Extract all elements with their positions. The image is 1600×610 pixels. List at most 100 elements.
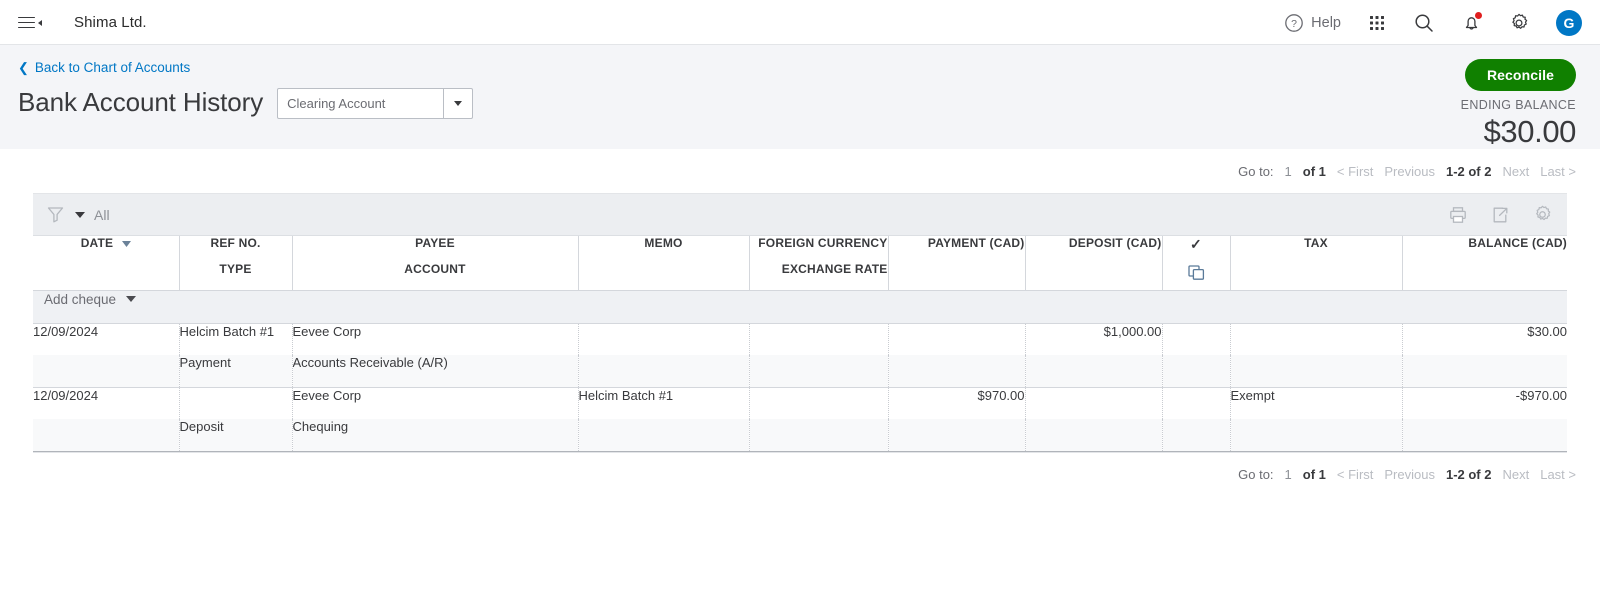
- cell-reconciled[interactable]: [1162, 387, 1231, 419]
- help-label: Help: [1311, 14, 1341, 31]
- last-page-button[interactable]: Last >: [1540, 467, 1576, 482]
- cell-reconciled[interactable]: [1162, 323, 1231, 355]
- column-label: DEPOSIT (CAD): [1068, 236, 1162, 250]
- chevron-down-icon: [454, 101, 463, 106]
- pagination-top: Go to: 1 of 1 < First Previous 1-2 of 2 …: [0, 149, 1600, 193]
- user-avatar[interactable]: G: [1556, 9, 1582, 36]
- add-transaction-row: Add cheque: [33, 289, 1567, 324]
- question-circle-icon: ?: [1284, 13, 1304, 33]
- filter-label: All: [94, 206, 110, 223]
- gear-icon[interactable]: [1532, 204, 1553, 225]
- sort-desc-icon[interactable]: [121, 241, 131, 247]
- reconcile-button[interactable]: Reconcile: [1464, 59, 1576, 91]
- column-sublabel: EXCHANGE RATE: [781, 262, 888, 276]
- record-range-label: 1-2 of 2: [1445, 467, 1492, 482]
- page-number-input[interactable]: 1: [1285, 467, 1292, 482]
- next-page-button[interactable]: Next: [1502, 164, 1529, 179]
- cell-balance-2: [1402, 419, 1567, 452]
- cell-ref-no: [179, 387, 293, 419]
- cell-reconciled-2: [1162, 355, 1231, 388]
- column-header-tax: TAX: [1230, 236, 1403, 290]
- column-label: TAX: [1304, 236, 1328, 250]
- add-cheque-button[interactable]: Add cheque: [33, 292, 147, 307]
- ending-balance-label: ENDING BALANCE: [1460, 98, 1576, 112]
- cell-payment-2: [888, 419, 1026, 452]
- first-page-button[interactable]: < First: [1337, 467, 1373, 482]
- cell-date-2: [33, 419, 180, 452]
- help-button[interactable]: ? Help: [1284, 13, 1341, 33]
- printer-icon[interactable]: [1448, 205, 1468, 225]
- ending-balance-amount: $30.00: [1483, 114, 1577, 149]
- apps-grid-icon[interactable]: [1367, 13, 1387, 33]
- cell-exchange-rate: [749, 419, 889, 452]
- column-header-deposit: DEPOSIT (CAD): [1025, 236, 1163, 290]
- cell-type: Deposit: [179, 419, 293, 452]
- collapse-caret-icon: [38, 19, 42, 26]
- column-header-payment: PAYMENT (CAD): [888, 236, 1026, 290]
- cell-tax: Exempt: [1230, 387, 1403, 419]
- notification-bell-icon[interactable]: [1461, 12, 1482, 33]
- table-row-secondary[interactable]: Payment Accounts Receivable (A/R): [33, 355, 1567, 388]
- column-header-ref-no: REF NO. TYPE: [179, 236, 293, 290]
- cell-deposit: $1,000.00: [1025, 323, 1163, 355]
- register-table: DATE REF NO. TYPE PAYEE ACCOUNT MEMO FOR…: [33, 236, 1567, 452]
- chevron-down-icon[interactable]: [126, 296, 137, 302]
- filter-control[interactable]: All: [45, 204, 110, 225]
- page-title: Bank Account History: [18, 86, 264, 117]
- cell-date: 12/09/2024: [33, 323, 180, 355]
- first-page-button[interactable]: < First: [1337, 164, 1373, 179]
- back-link-label: Back to Chart of Accounts: [34, 60, 191, 76]
- chevron-left-icon: ❮: [18, 60, 29, 75]
- header-right-panel: Reconcile ENDING BALANCE $30.00: [1461, 59, 1576, 150]
- last-page-button[interactable]: Last >: [1540, 164, 1576, 179]
- cell-ref-no: Helcim Batch #1: [179, 323, 293, 355]
- cell-reconciled-2: [1162, 419, 1231, 452]
- column-header-date[interactable]: DATE: [33, 236, 180, 290]
- cell-payee: Eevee Corp: [292, 323, 579, 355]
- account-select-arrow: [443, 89, 472, 118]
- cell-account: Accounts Receivable (A/R): [292, 355, 579, 388]
- account-select-dropdown[interactable]: Clearing Account: [277, 88, 474, 119]
- cell-payee: Eevee Corp: [292, 387, 579, 419]
- next-page-button[interactable]: Next: [1502, 467, 1529, 482]
- page-number-input[interactable]: 1: [1285, 164, 1292, 179]
- funnel-filter-icon: [45, 204, 66, 225]
- cell-balance: $30.00: [1402, 323, 1567, 355]
- search-icon[interactable]: [1413, 12, 1435, 34]
- company-name: Shima Ltd.: [74, 14, 147, 31]
- cell-balance: -$970.00: [1402, 387, 1567, 419]
- duplicate-copy-icon[interactable]: [1163, 265, 1230, 281]
- register-table-container: All DATE REF NO. TYPE PAYEE ACCOUNT MEMO…: [33, 193, 1567, 453]
- svg-text:?: ?: [1291, 18, 1297, 30]
- top-nav-actions: ? Help G: [1284, 9, 1582, 36]
- column-label: FOREIGN CURRENCY: [758, 236, 888, 250]
- column-header-foreign-currency: FOREIGN CURRENCY EXCHANGE RATE: [749, 236, 889, 290]
- export-icon[interactable]: [1490, 205, 1510, 225]
- back-to-chart-of-accounts-link[interactable]: ❮ Back to Chart of Accounts: [18, 61, 190, 75]
- previous-page-button[interactable]: Previous: [1384, 164, 1435, 179]
- toolbar-actions: [1448, 204, 1553, 225]
- record-range-label: 1-2 of 2: [1445, 163, 1492, 179]
- column-label: MEMO: [644, 236, 683, 250]
- cell-account: Chequing: [292, 419, 579, 452]
- cell-deposit: [1025, 387, 1163, 419]
- checkmark-icon: ✓: [1190, 236, 1202, 252]
- page-header: ❮ Back to Chart of Accounts Bank Account…: [0, 45, 1600, 149]
- cell-type: Payment: [179, 355, 293, 388]
- gear-icon[interactable]: [1508, 12, 1530, 34]
- table-row[interactable]: 12/09/2024 Helcim Batch #1 Eevee Corp $1…: [33, 323, 1567, 355]
- goto-label: Go to:: [1238, 163, 1274, 179]
- column-label: PAYMENT (CAD): [927, 236, 1025, 250]
- cell-memo: Helcim Batch #1: [578, 387, 750, 419]
- cell-payment: $970.00: [888, 387, 1026, 419]
- cell-foreign-currency: [749, 387, 889, 419]
- cell-deposit-2: [1025, 355, 1163, 388]
- previous-page-button[interactable]: Previous: [1384, 467, 1435, 482]
- cell-payment: [888, 323, 1026, 355]
- column-header-reconciled: ✓: [1162, 236, 1231, 290]
- hamburger-menu-icon[interactable]: [14, 13, 46, 33]
- table-row[interactable]: 12/09/2024 Eevee Corp Helcim Batch #1 $9…: [33, 387, 1567, 419]
- table-row-secondary[interactable]: Deposit Chequing: [33, 419, 1567, 452]
- table-header-row: DATE REF NO. TYPE PAYEE ACCOUNT MEMO FOR…: [33, 236, 1567, 290]
- cell-payment-2: [888, 355, 1026, 388]
